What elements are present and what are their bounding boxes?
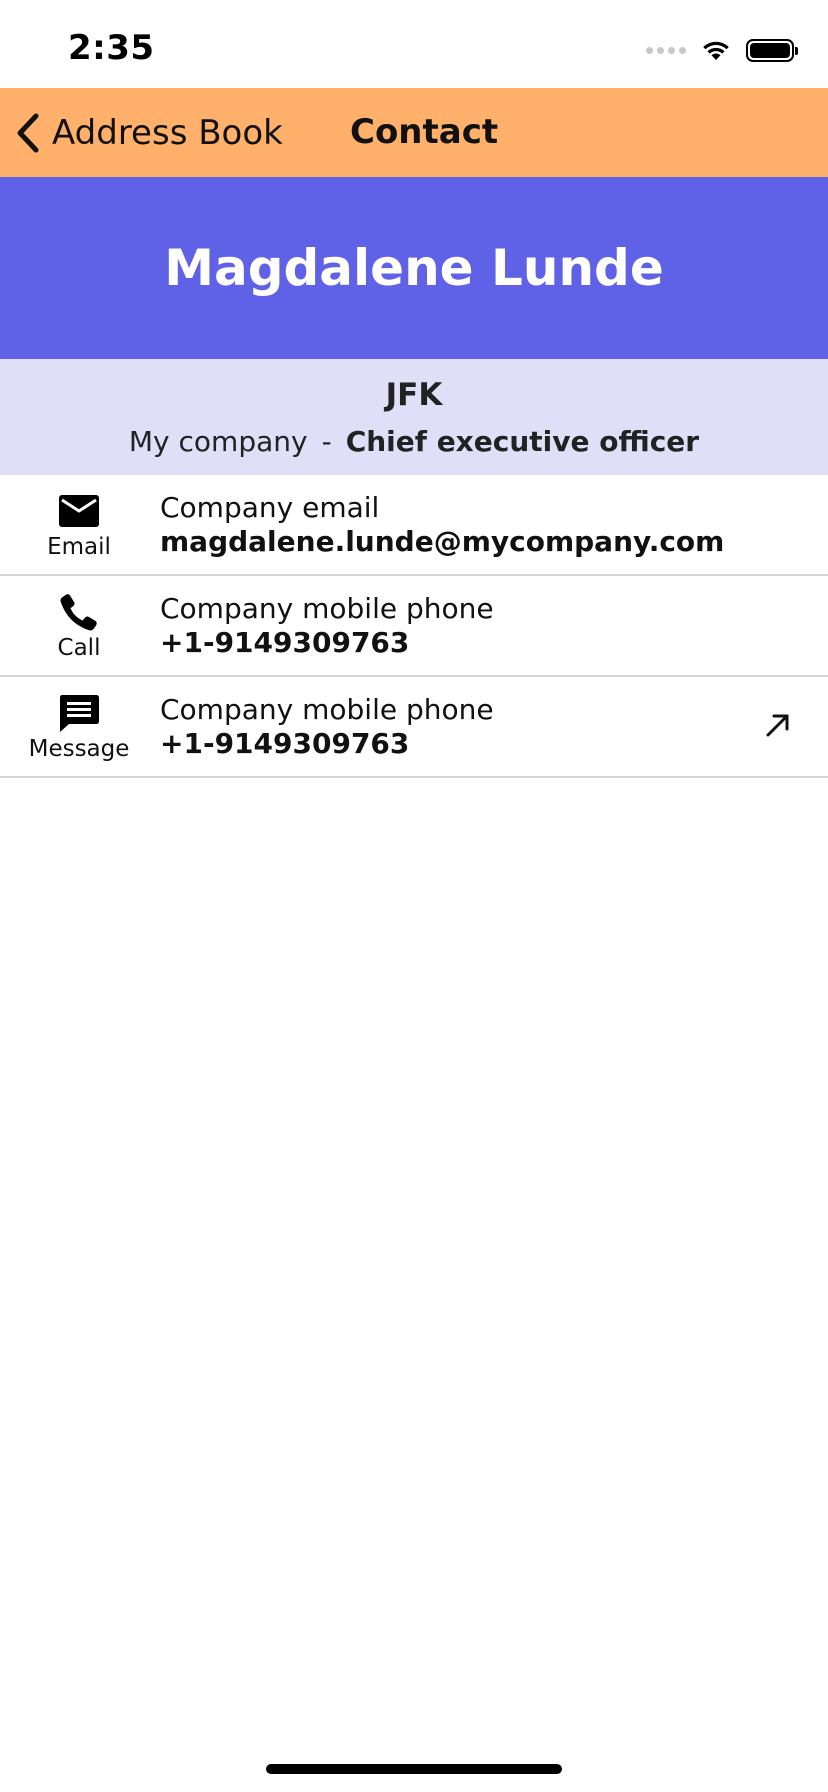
message-details: Company mobile phone +1-9149309763 <box>160 693 494 761</box>
contact-screen: 2:35 Address Book Contact Magdalene Lund… <box>0 0 828 1792</box>
company-role-line: My company - Chief executive officer <box>0 425 828 458</box>
message-field-label: Company mobile phone <box>160 693 494 726</box>
contact-name: Magdalene Lunde <box>164 239 664 297</box>
email-action[interactable]: Email <box>0 475 158 574</box>
status-bar: 2:35 <box>0 0 828 88</box>
status-icons <box>646 36 798 64</box>
battery-icon <box>746 38 798 62</box>
signal-icon <box>646 46 686 54</box>
message-icon <box>57 693 101 733</box>
company-role-separator: - <box>321 425 332 458</box>
contact-company: My company <box>128 425 308 458</box>
phone-icon <box>57 592 101 632</box>
email-field-label: Company email <box>160 491 380 524</box>
contact-info-section: JFK My company - Chief executive officer <box>0 359 828 475</box>
call-phone-value: +1-9149309763 <box>160 626 410 659</box>
email-row[interactable]: Email Company email magdalene.lunde@myco… <box>0 475 828 576</box>
call-details: Company mobile phone +1-9149309763 <box>160 592 494 660</box>
navigation-bar: Address Book Contact <box>0 88 828 177</box>
status-time: 2:35 <box>68 28 155 68</box>
contact-name-banner: Magdalene Lunde <box>0 177 828 359</box>
external-link-arrow-icon[interactable] <box>762 709 794 741</box>
message-action[interactable]: Message <box>0 677 158 776</box>
back-button-label: Address Book <box>52 112 283 153</box>
email-icon <box>57 491 101 531</box>
wifi-icon <box>703 41 729 60</box>
email-details: Company email magdalene.lunde@mycompany.… <box>160 491 724 559</box>
call-action-label: Call <box>57 635 101 661</box>
page-title: Contact <box>350 112 499 152</box>
call-field-label: Company mobile phone <box>160 592 494 625</box>
message-phone-value: +1-9149309763 <box>160 727 410 760</box>
home-indicator[interactable] <box>266 1764 562 1774</box>
contact-role: Chief executive officer <box>345 425 700 458</box>
email-action-label: Email <box>47 534 111 560</box>
call-action[interactable]: Call <box>0 576 158 675</box>
call-row[interactable]: Call Company mobile phone +1-9149309763 <box>0 576 828 677</box>
email-value: magdalene.lunde@mycompany.com <box>160 525 725 558</box>
chevron-left-icon <box>17 113 39 152</box>
contact-location: JFK <box>385 377 443 413</box>
message-action-label: Message <box>28 736 130 762</box>
message-row[interactable]: Message Company mobile phone +1-91493097… <box>0 677 828 778</box>
contact-actions-list: Email Company email magdalene.lunde@myco… <box>0 475 828 778</box>
back-button[interactable]: Address Book <box>14 88 283 177</box>
